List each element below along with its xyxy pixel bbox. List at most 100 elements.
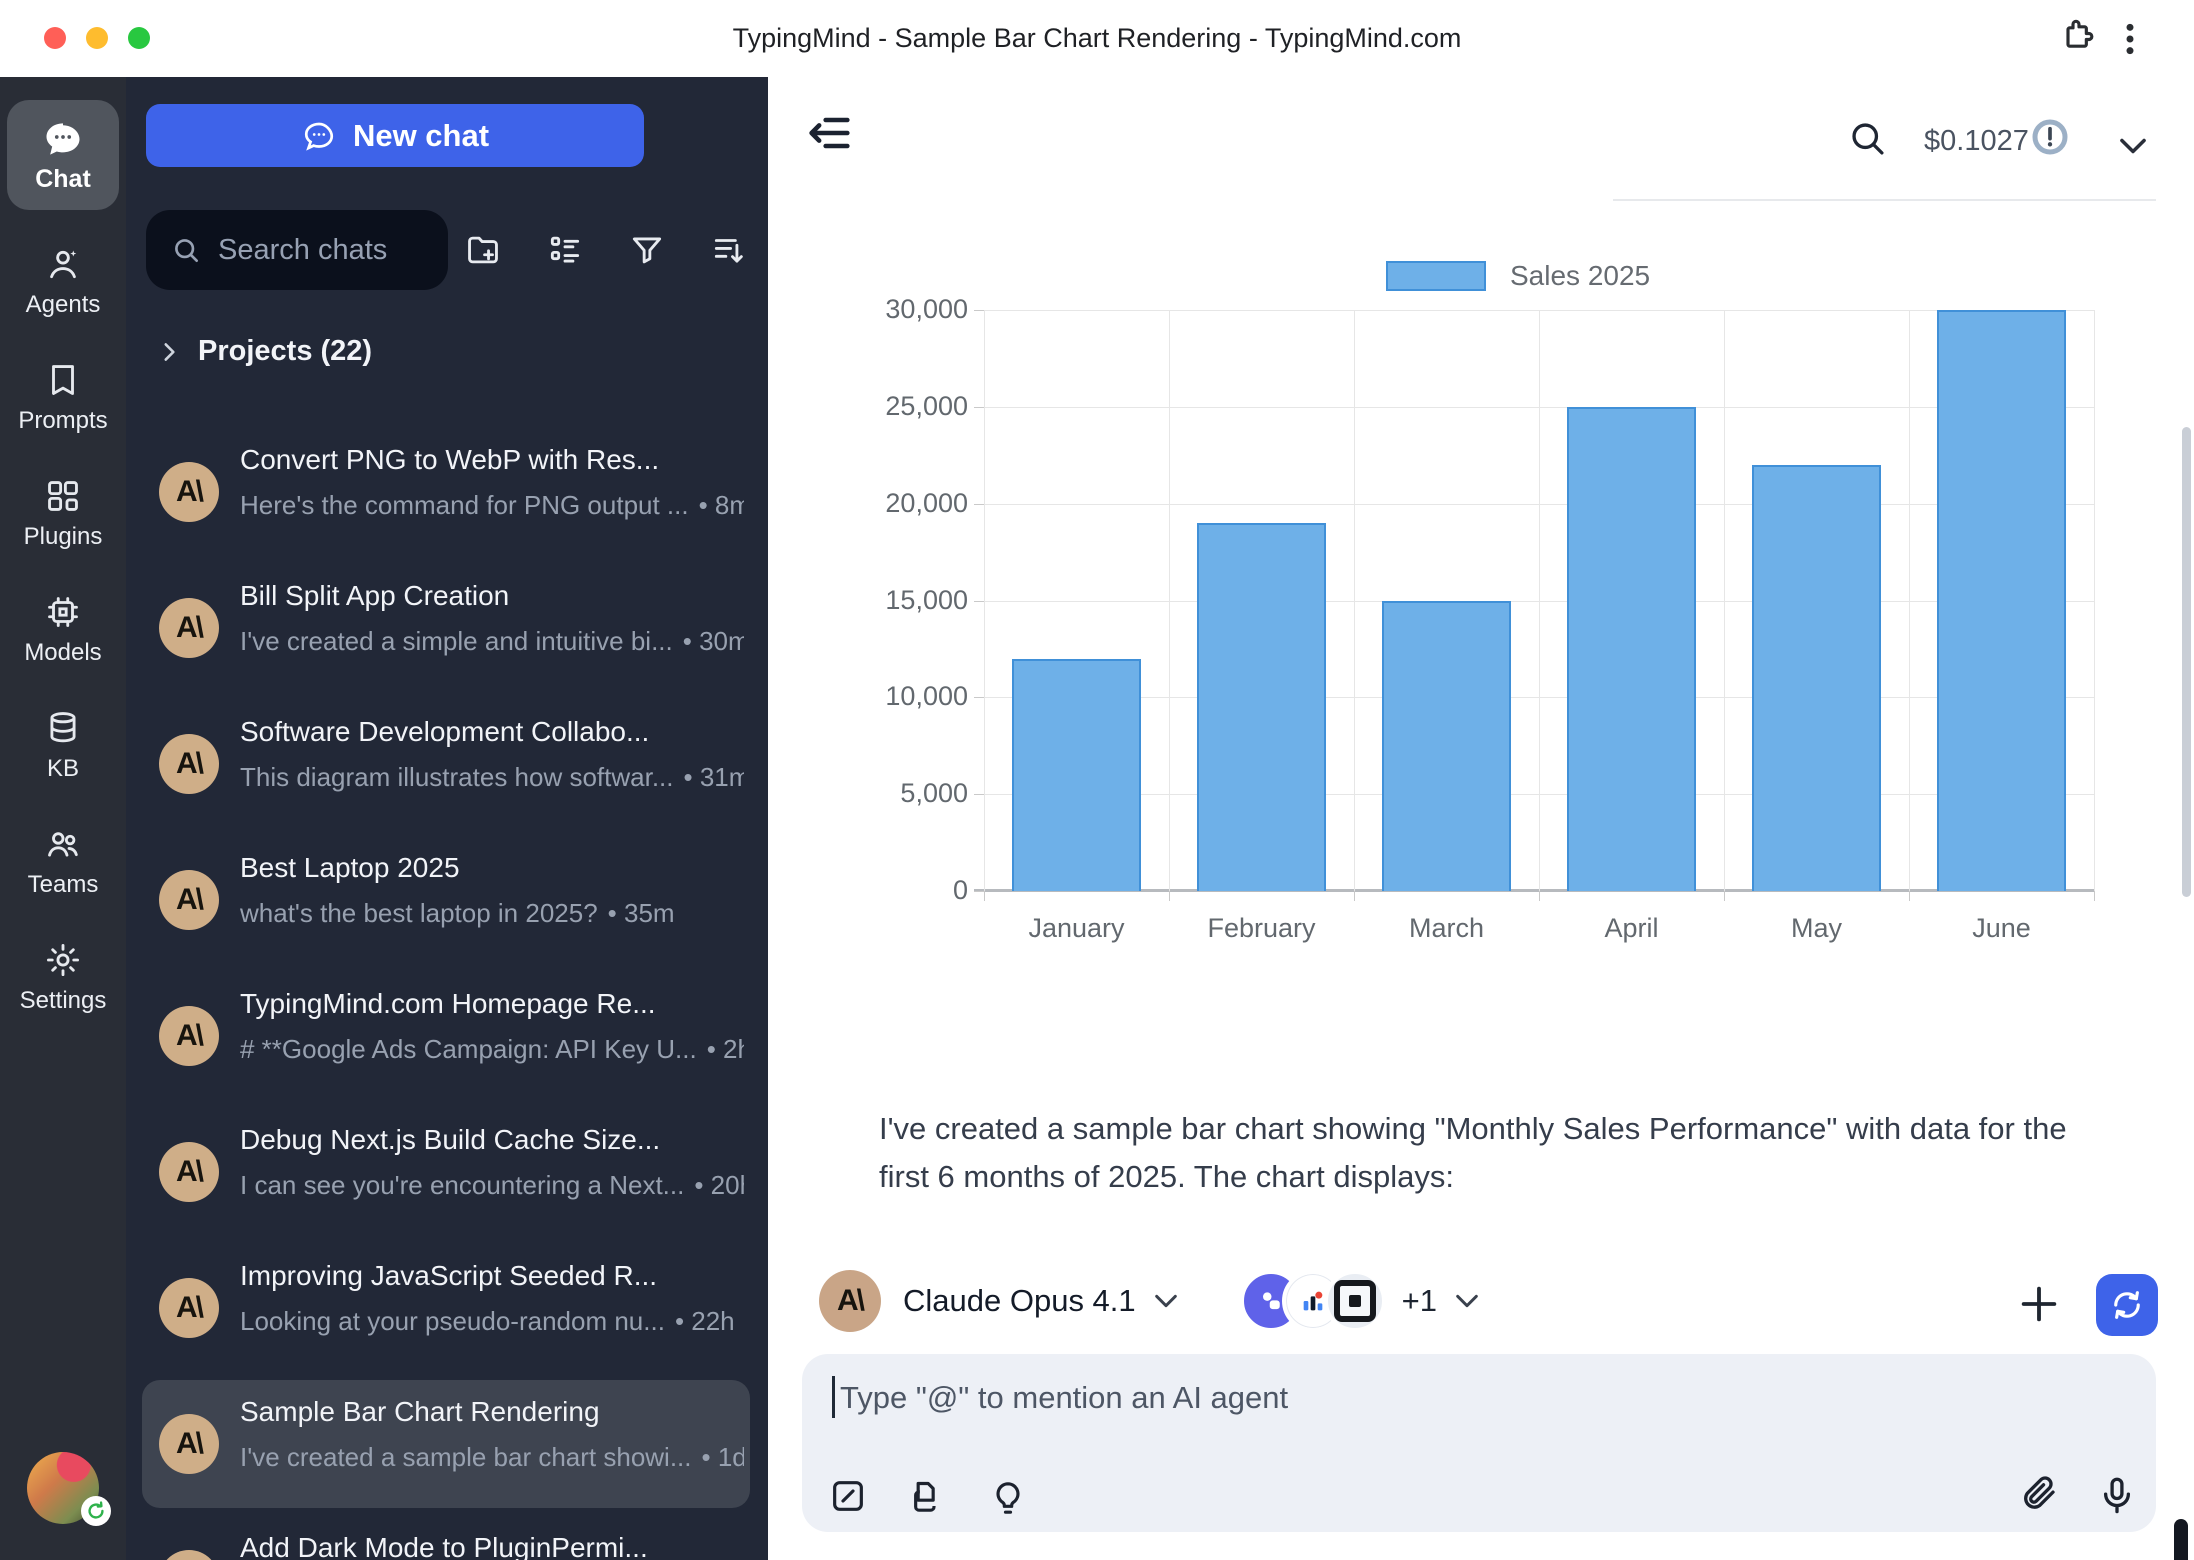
chat-list-item[interactable]: A\Sample Bar Chart RenderingI've created… [126,1376,768,1512]
chevron-down-icon[interactable] [1150,1285,1182,1317]
chevron-right-icon [156,339,182,365]
rail-item-models[interactable]: Models [0,572,126,688]
microphone-icon[interactable] [2096,1474,2138,1516]
chat-list-item[interactable]: A\Convert PNG to WebP with Res...Here's … [126,424,768,560]
gridline [2094,310,2095,891]
rail-item-label: Teams [28,871,99,899]
search-chats-input[interactable]: Search chats [146,210,448,290]
assistant-message: I've created a sample bar chart showing … [879,1105,2119,1201]
gear-icon [44,941,82,979]
user-avatar[interactable] [27,1452,99,1524]
filter-icon[interactable] [628,231,666,269]
chat-list-item[interactable]: A\TypingMind.com Homepage Re...# **Googl… [126,968,768,1104]
rail-item-chat[interactable]: Chat [7,100,119,210]
anthropic-logo-icon: A\ [159,734,219,794]
chevron-down-icon[interactable] [1451,1285,1483,1317]
account-avatar[interactable] [666,95,750,179]
chat-preview: I've created a sample bar chart showi...… [240,1442,744,1473]
new-chat-button[interactable]: New chat [146,104,644,167]
bulk-select-icon[interactable] [546,231,584,269]
input-placeholder: Type "@" to mention an AI agent [840,1380,1288,1416]
gridline [1909,310,1910,891]
chat-title: Best Laptop 2025 [240,852,744,884]
pages-icon[interactable] [904,1476,944,1516]
rail-item-teams[interactable]: Teams [0,804,126,920]
scrollbar-thumb[interactable] [2182,427,2191,897]
chat-list-item[interactable]: A\Bill Split App CreationI've created a … [126,560,768,696]
y-tick [974,310,984,311]
app-window: TypingMind - Sample Bar Chart Rendering … [0,0,2194,1560]
chat-preview: Looking at your pseudo-random nu...• 22h [240,1306,744,1337]
gridline [1354,310,1355,891]
chat-list-item[interactable]: A\Best Laptop 2025what's the best laptop… [126,832,768,968]
new-folder-icon[interactable] [464,231,502,269]
x-tick [1909,891,1910,901]
rail-item-prompts[interactable]: Prompts [0,340,126,456]
search-conversation-icon[interactable] [1846,117,1888,159]
bar-june [1937,310,2067,891]
chat-preview: I can see you're encountering a Next...•… [240,1170,744,1201]
x-tick-label: June [1902,913,2102,944]
chat-list-item[interactable]: A\Software Development Collabo...This di… [126,696,768,832]
rail-item-label: Prompts [18,407,107,435]
main-panel: $0.1027 Sales 2025 [768,77,2194,1560]
chat-title: Bill Split App Creation [240,580,744,612]
regenerate-button[interactable] [2096,1274,2158,1336]
bar-may [1752,465,1882,891]
scrollbar-thumb-dark[interactable] [2174,1519,2188,1560]
chat-preview: Here's the command for PNG output ...• 8… [240,490,744,521]
lightbulb-icon[interactable] [988,1478,1028,1518]
chat-list-item[interactable]: A\Debug Next.js Build Cache Size...I can… [126,1104,768,1240]
paperclip-icon[interactable] [2018,1472,2060,1514]
chat-timestamp: • 31m [684,762,745,792]
x-tick-label: February [1162,913,1362,944]
gridline [1724,310,1725,891]
x-tick [1169,891,1170,901]
chevron-down-icon[interactable] [2114,127,2152,165]
rail-item-agents[interactable]: Agents [0,224,126,340]
plugins-icon [44,477,82,515]
rail-item-settings[interactable]: Settings [0,920,126,1036]
chat-title: Sample Bar Chart Rendering [240,1396,744,1428]
search-icon [170,234,202,266]
projects-section-toggle[interactable]: Projects (22) [156,335,372,368]
canvas-icon[interactable] [828,1476,868,1516]
chat-timestamp: • 20h [694,1170,744,1200]
y-tick [974,504,984,505]
prompts-icon [44,361,82,399]
rail-item-label: Models [24,639,101,667]
chat-title: Add Dark Mode to PluginPermi... [240,1532,744,1560]
browser-menu-icon[interactable] [2110,16,2150,62]
sort-icon[interactable] [710,231,748,269]
anthropic-logo-icon: A\ [159,462,219,522]
gridline [1169,310,1170,891]
x-tick-label: May [1717,913,1917,944]
x-tick-label: March [1347,913,1547,944]
collapse-sidebar-icon[interactable] [804,107,856,159]
x-tick [1539,891,1540,901]
add-attachment-button[interactable] [2016,1281,2062,1327]
chat-list-item[interactable]: A\Add Dark Mode to PluginPermi... [126,1512,768,1560]
extensions-icon[interactable] [2058,16,2098,56]
message-input[interactable]: Type "@" to mention an AI agent [802,1354,2156,1532]
more-plugins-count[interactable]: +1 [1402,1283,1437,1319]
credit-balance[interactable]: $0.1027 [1924,125,2029,158]
rail-item-plugins[interactable]: Plugins [0,456,126,572]
chat-preview: This diagram illustrates how softwar...•… [240,762,744,793]
legend-color-box [1386,261,1486,291]
model-selector-row: A\ Claude Opus 4.1 +1 [819,1269,1483,1333]
rail-item-kb[interactable]: KB [0,688,126,804]
model-selector[interactable]: Claude Opus 4.1 [903,1283,1136,1319]
chat-list-item[interactable]: A\Improving JavaScript Seeded R...Lookin… [126,1240,768,1376]
rail-item-label: Settings [20,987,107,1015]
gridline [984,504,2094,505]
anthropic-logo-icon[interactable]: A\ [819,1270,881,1332]
gridline [984,407,2094,408]
text-caret [832,1376,835,1418]
nav-rail: Chat Agents [0,77,126,1560]
plugins-selector[interactable] [1240,1270,1386,1332]
chat-preview: I've created a simple and intuitive bi..… [240,626,744,657]
x-tick-label: January [977,913,1177,944]
y-tick-label: 20,000 [768,488,968,519]
new-chat-label: New chat [353,118,489,154]
